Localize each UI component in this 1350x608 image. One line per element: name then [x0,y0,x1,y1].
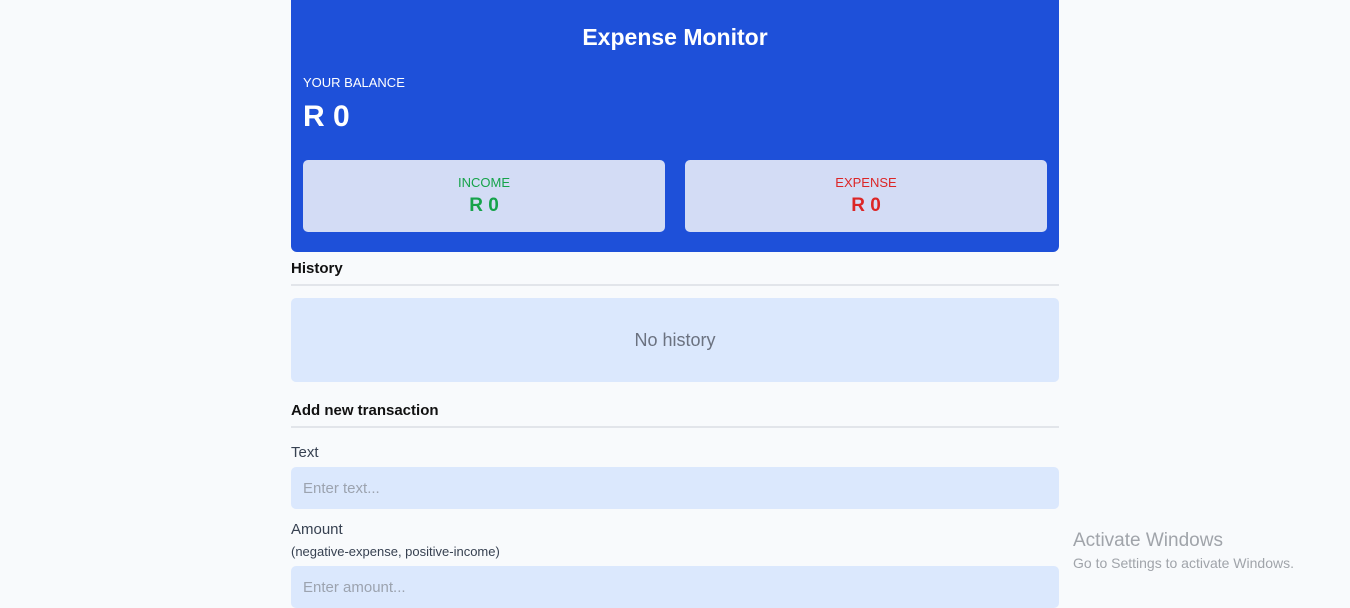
balance-header: Expense Monitor YOUR BALANCE R 0 INCOME … [291,0,1059,252]
form-title: Add new transaction [291,402,1059,428]
balance-value: R 0 [303,100,350,133]
income-label: INCOME [458,175,510,190]
amount-input[interactable] [291,566,1059,608]
amount-label: Amount [291,521,343,538]
amount-hint: (negative-expense, positive-income) [291,544,500,559]
income-card: INCOME R 0 [303,160,665,232]
expense-label: EXPENSE [835,175,897,190]
balance-label: YOUR BALANCE [303,75,405,90]
app-title: Expense Monitor [582,24,768,50]
watermark-sub: Go to Settings to activate Windows. [1073,555,1294,571]
expense-card: EXPENSE R 0 [685,160,1047,232]
history-empty: No history [291,298,1059,382]
income-value: R 0 [469,195,499,216]
text-label: Text [291,444,319,461]
windows-watermark: Activate Windows Go to Settings to activ… [1073,530,1294,571]
text-input[interactable] [291,467,1059,509]
expense-value: R 0 [851,195,881,216]
watermark-title: Activate Windows [1073,530,1223,551]
history-title: History [291,260,1059,286]
app: Expense Monitor YOUR BALANCE R 0 INCOME … [291,0,1059,608]
